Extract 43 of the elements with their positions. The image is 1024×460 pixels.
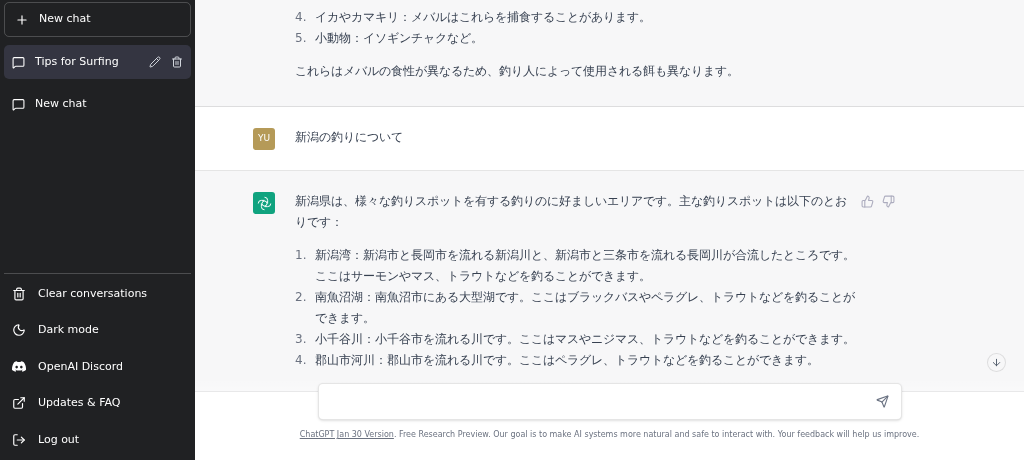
list-number: 3.: [295, 331, 308, 348]
conversation-title: Tips for Surfing: [35, 53, 120, 70]
sidebar-menu-item[interactable]: Log out: [4, 421, 191, 458]
list-item-text: 郡山市河川：郡山市を流れる川です。ここはペラグレ、トラウトなどを釣ることができます。: [315, 352, 819, 369]
sidebar-menu-item[interactable]: Dark mode: [4, 312, 191, 349]
arrow-down-icon: [991, 357, 1002, 368]
list-number: 5.: [295, 30, 308, 47]
sidebar-menu-item[interactable]: OpenAI Discord: [4, 348, 191, 385]
sidebar-menu-item[interactable]: Updates & FAQ: [4, 385, 191, 422]
list-item-text: イカやカマキリ：メバルはこれらを捕食することがあります。: [315, 9, 651, 26]
trash-icon: [12, 286, 26, 301]
list-number: 4.: [295, 352, 308, 369]
sidebar-menu-item[interactable]: Clear conversations: [4, 275, 191, 312]
conversation-title: New chat: [35, 95, 88, 112]
user-avatar: YU: [253, 128, 275, 150]
list-number: 1.: [295, 247, 308, 264]
conversation-item[interactable]: New chat: [4, 87, 191, 121]
new-chat-button[interactable]: New chat: [4, 2, 191, 37]
list-item-text: 南魚沼湖：南魚沼市にある大型湖です。ここはブラックバスやペラグレ、トラウトなどを釣ることができます。: [315, 289, 855, 327]
thumbs-down-icon[interactable]: [882, 195, 895, 208]
list-item-text: 小動物：イソギンチャクなど。: [315, 30, 483, 47]
external-link-icon: [12, 396, 26, 411]
version-link[interactable]: ChatGPT Jan 30 Version: [299, 430, 394, 439]
chat-icon: [12, 97, 25, 111]
list-item-text: 小千谷川：小千谷市を流れる川です。ここはマスやニジマス、トラウトなどを釣ることができます。: [315, 331, 855, 348]
conversation-item[interactable]: Tips for Surfing: [4, 45, 191, 79]
chat-icon: [12, 55, 25, 69]
logout-icon: [12, 432, 26, 447]
send-icon[interactable]: [875, 395, 889, 408]
delete-icon[interactable]: [171, 56, 183, 68]
list-number: 2.: [295, 289, 308, 306]
message-text: 新潟県は、様々な釣りスポットを有する釣りのに好ましいエリアです。主な釣りスポットは以下のとおりです：: [295, 193, 848, 231]
list-item-text: 新潟湾：新潟市と長岡市を流れる新潟川と、新潟市と三条市を流れる長岡川が合流したところです。ここはサーモンやマス、トラウトなどを釣ることができます。: [315, 247, 855, 285]
footer-text: ChatGPT Jan 30 Version. Free Research Preview. Our goal is to make AI systems more natural and safe to interact with. Your feedback will help us improve.: [299, 429, 920, 441]
message-input-field[interactable]: [317, 383, 902, 420]
moon-icon: [12, 323, 26, 338]
thumbs-up-icon[interactable]: [861, 195, 874, 208]
plus-icon: [15, 12, 29, 27]
message-text: これらはメバルの食性が異なるため、釣り人によって使用される餌も異なります。: [295, 63, 740, 80]
list-number: 4.: [295, 9, 308, 26]
message-text: 新潟の釣りについて: [295, 129, 404, 146]
edit-icon[interactable]: [149, 56, 161, 68]
discord-icon: [12, 361, 26, 373]
